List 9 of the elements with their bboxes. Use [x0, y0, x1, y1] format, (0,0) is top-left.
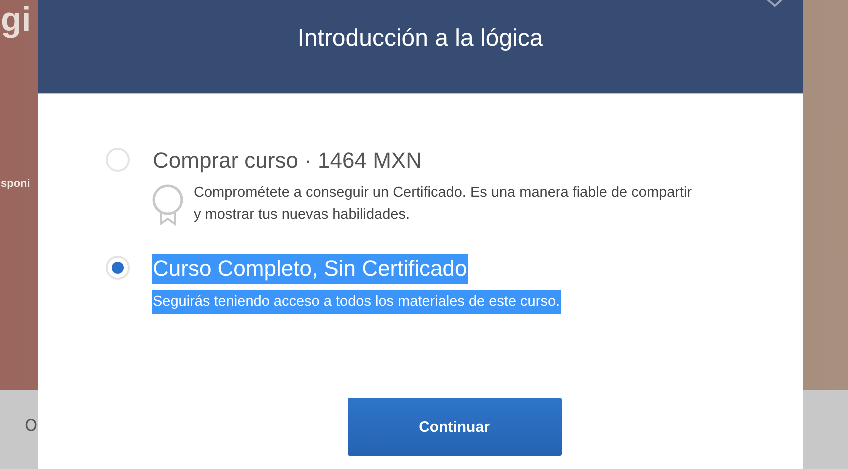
option-title: Comprar curso · 1464 MXN: [152, 147, 423, 175]
option-description: Seguirás teniendo acceso a todos los materiales de este curso.: [152, 290, 562, 314]
dialog-title: Introducción a la lógica: [298, 24, 544, 52]
option-description: Comprométete a conseguir un Certificado. Es una manera fiable de compartir y mostrar tus nuevas habilidades.: [194, 184, 694, 225]
footer-text: O: [25, 416, 38, 435]
continue-button[interactable]: Continuar: [348, 398, 562, 456]
page-heading: gi: [1, 0, 32, 40]
page-text: sponi: [1, 178, 30, 190]
option-title: Curso Completo, Sin Certificado: [152, 254, 468, 284]
